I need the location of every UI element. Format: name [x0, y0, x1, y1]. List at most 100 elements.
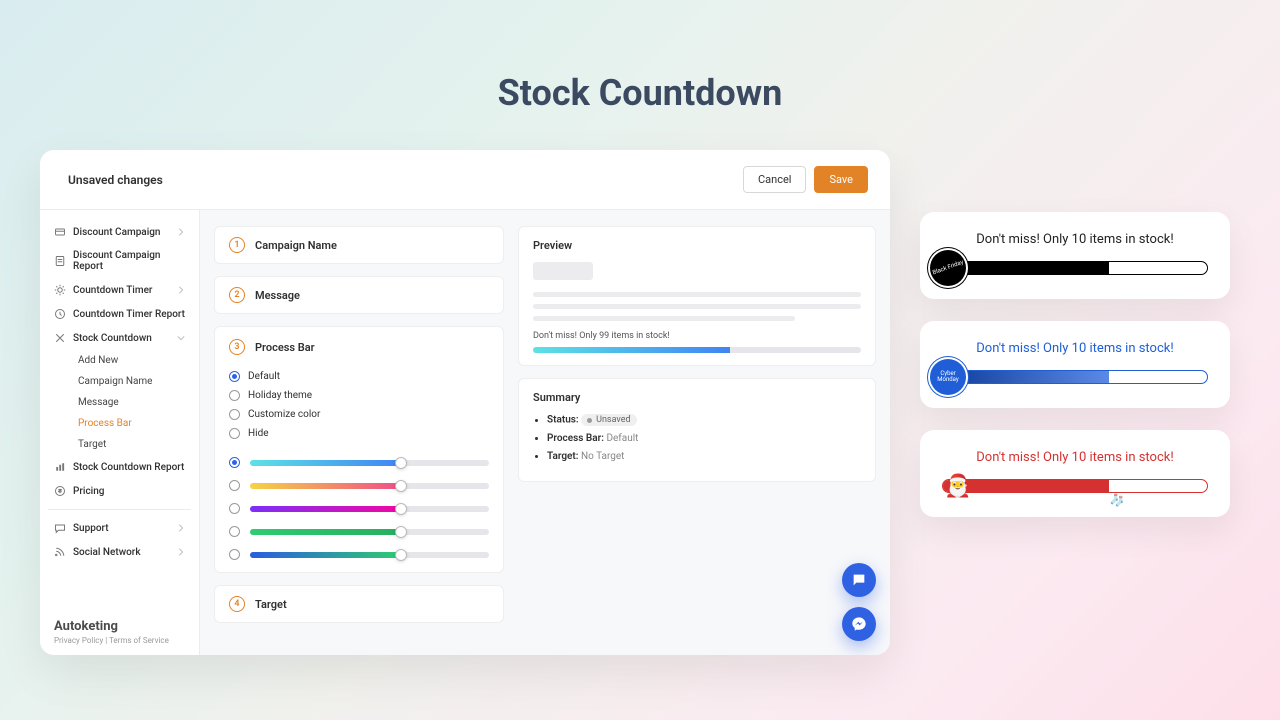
messenger-button[interactable] [842, 607, 876, 641]
sidebar-item-stock-countdown[interactable]: Stock Countdown [48, 326, 191, 350]
app-window: Unsaved changes Cancel Save Discount Cam… [40, 150, 890, 655]
chevron-right-icon [177, 524, 185, 532]
step-target[interactable]: 4 Target [214, 585, 504, 623]
gradient-option-1[interactable] [229, 480, 489, 491]
topbar: Unsaved changes Cancel Save [40, 150, 890, 210]
summary-row: Process Bar: Default [547, 433, 861, 444]
radio-option-default[interactable]: Default [229, 367, 489, 386]
sidebar-sub-add-new[interactable]: Add New [72, 350, 191, 371]
sidebar-item-label: Social Network [73, 547, 141, 558]
clock-icon [54, 308, 66, 320]
gradient-bar [250, 552, 489, 558]
sidebar-item-label: Stock Countdown Report [73, 462, 184, 473]
summary-row: Target: No Target [547, 451, 861, 462]
cyber-monday-badge-icon: Cyber Monday [930, 359, 966, 395]
step-number: 4 [229, 596, 245, 612]
radio-icon [229, 526, 240, 537]
radio-option-holiday-theme[interactable]: Holiday theme [229, 386, 489, 405]
progress-bar: 🧦 [942, 479, 1208, 493]
summary-heading: Summary [533, 391, 861, 404]
radio-icon [229, 409, 240, 420]
sidebar-item-label: Discount Campaign Report [73, 250, 185, 272]
radio-option-customize-color[interactable]: Customize color [229, 405, 489, 424]
skeleton-line [533, 304, 861, 309]
gradient-option-3[interactable] [229, 526, 489, 537]
step-number: 2 [229, 287, 245, 303]
radio-label: Default [248, 371, 280, 382]
sidebar-sub-campaign-name[interactable]: Campaign Name [72, 371, 191, 392]
preview-text: Don't miss! Only 10 items in stock! [942, 341, 1208, 356]
sidebar-item-label: Stock Countdown [73, 333, 152, 344]
sidebar: Discount Campaign Discount Campaign Repo… [40, 210, 200, 655]
step-label: Campaign Name [255, 239, 337, 252]
radio-icon [229, 480, 240, 491]
cancel-button[interactable]: Cancel [743, 166, 806, 193]
sidebar-item-pricing[interactable]: Pricing [48, 479, 191, 503]
process-bar-radio-group: Default Holiday theme Customize color Hide [229, 367, 489, 443]
page-title: Stock Countdown [0, 0, 1280, 114]
skeleton-line [533, 316, 795, 321]
sidebar-item-social[interactable]: Social Network [48, 540, 191, 564]
gradient-option-0[interactable] [229, 457, 489, 468]
discount-icon [54, 226, 66, 238]
preview-card-christmas: Don't miss! Only 10 items in stock! 🎅 🧦 [920, 430, 1230, 517]
radio-label: Customize color [248, 409, 320, 420]
sidebar-item-label: Pricing [73, 486, 104, 497]
sidebar-item-label: Countdown Timer Report [73, 309, 185, 320]
chevron-right-icon [177, 228, 185, 236]
radio-label: Hide [248, 428, 269, 439]
sidebar-sub-process-bar[interactable]: Process Bar [72, 413, 191, 434]
step-number: 1 [229, 237, 245, 253]
summary-row: Status: Unsaved [547, 414, 861, 426]
gradient-bar [250, 483, 489, 489]
sidebar-item-support[interactable]: Support [48, 516, 191, 540]
preview-message: Don't miss! Only 99 items in stock! [533, 331, 861, 341]
gradient-bar [250, 506, 489, 512]
rss-icon [54, 546, 66, 558]
santa-badge-icon: 🎅 [940, 468, 976, 504]
skeleton-line [533, 292, 861, 297]
radio-option-hide[interactable]: Hide [229, 424, 489, 443]
sidebar-sub-message[interactable]: Message [72, 392, 191, 413]
sidebar-item-discount-campaign-report[interactable]: Discount Campaign Report [48, 244, 191, 278]
step-campaign-name[interactable]: 1 Campaign Name [214, 226, 504, 264]
step-number: 3 [229, 339, 245, 355]
sidebar-item-discount-campaign[interactable]: Discount Campaign [48, 220, 191, 244]
sidebar-submenu: Add New Campaign Name Message Process Ba… [48, 350, 191, 455]
gradient-option-4[interactable] [229, 549, 489, 560]
gradient-bar [250, 460, 489, 466]
unsaved-changes-label: Unsaved changes [68, 173, 163, 187]
preview-panel: Preview Don't miss! Only 99 items in sto… [518, 226, 876, 366]
gradient-options [229, 457, 489, 560]
summary-panel: Summary Status: Unsaved Process Bar: Defa… [518, 378, 876, 482]
divider [48, 509, 191, 510]
preview-card-cyber-monday: Don't miss! Only 10 items in stock! Cybe… [920, 321, 1230, 408]
step-process-bar: 3 Process Bar Default Holiday theme Customi… [214, 326, 504, 573]
legal-links[interactable]: Privacy Policy | Terms of Service [54, 636, 185, 645]
step-label: Target [255, 598, 287, 611]
chat-icon [54, 522, 66, 534]
sidebar-item-stock-countdown-report[interactable]: Stock Countdown Report [48, 455, 191, 479]
dollar-icon [54, 485, 66, 497]
brand-logo: Autoketing [54, 619, 185, 634]
gradient-option-2[interactable] [229, 503, 489, 514]
radio-icon [229, 457, 240, 468]
preview-heading: Preview [533, 239, 861, 252]
step-label: Process Bar [255, 341, 315, 354]
chevron-right-icon [177, 286, 185, 294]
tools-icon [54, 332, 66, 344]
step-message[interactable]: 2Message [214, 276, 504, 314]
sidebar-sub-target[interactable]: Target [72, 434, 191, 455]
theme-previews: Don't miss! Only 10 items in stock! Blac… [920, 212, 1230, 517]
save-button[interactable]: Save [814, 166, 868, 193]
black-friday-badge-icon: Black Friday [930, 250, 966, 286]
sidebar-item-countdown-timer[interactable]: Countdown Timer [48, 278, 191, 302]
radio-icon [229, 428, 240, 439]
radio-icon [229, 549, 240, 560]
chat-bubble-button[interactable] [842, 563, 876, 597]
report-icon [54, 255, 66, 267]
sidebar-item-countdown-timer-report[interactable]: Countdown Timer Report [48, 302, 191, 326]
sidebar-item-label: Discount Campaign [73, 227, 161, 238]
progress-bar [942, 261, 1208, 275]
bar-chart-icon [54, 461, 66, 473]
